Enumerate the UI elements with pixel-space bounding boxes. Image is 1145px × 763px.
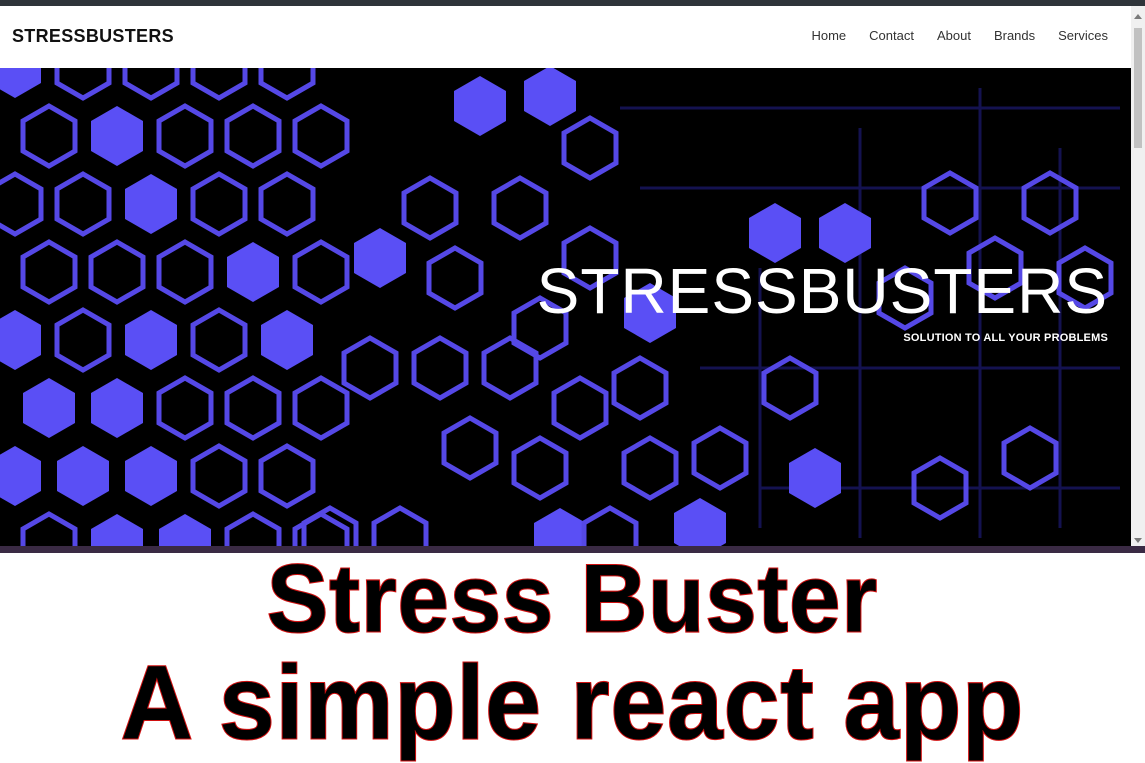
hexagon-outline xyxy=(371,505,429,549)
hexagon-outline xyxy=(20,103,78,169)
nav-link-brands[interactable]: Brands xyxy=(994,28,1035,43)
hexagon-outline xyxy=(54,171,112,237)
hexagon-outline xyxy=(511,435,569,501)
hero-subtitle: SOLUTION TO ALL YOUR PROBLEMS xyxy=(903,332,1108,344)
hexagon-outline xyxy=(156,103,214,169)
hexagon-filled xyxy=(227,242,279,302)
hexagon-outline xyxy=(921,170,979,236)
caption-line-1: Stress Buster xyxy=(266,545,879,653)
hexagon-filled xyxy=(261,310,313,370)
hexagon-outline xyxy=(292,103,350,169)
hexagon-outline xyxy=(611,355,669,421)
hexagon-outline xyxy=(190,307,248,373)
navbar: STRESSBUSTERS Home Contact About Brands … xyxy=(0,6,1131,68)
hexagon-outline xyxy=(190,68,248,101)
hexagon-outline xyxy=(258,171,316,237)
scroll-down-arrow-icon[interactable] xyxy=(1134,538,1142,543)
hexagon-outline xyxy=(551,375,609,441)
hexagon-filled xyxy=(354,228,406,288)
hexagon-filled xyxy=(0,68,41,98)
hexagon-outline xyxy=(224,511,282,549)
hexagon-outline xyxy=(481,335,539,401)
hexagon-outline xyxy=(54,307,112,373)
hexagon-filled xyxy=(789,448,841,508)
hexagon-outline xyxy=(224,103,282,169)
hexagon-outline xyxy=(561,115,619,181)
hexagon-filled xyxy=(125,174,177,234)
hexagon-filled xyxy=(91,106,143,166)
hexagon-outline xyxy=(88,239,146,305)
hexagon-outline xyxy=(1021,170,1079,236)
nav-links: Home Contact About Brands Services xyxy=(788,28,1108,43)
hexagon-filled xyxy=(159,514,211,549)
scroll-thumb[interactable] xyxy=(1134,28,1142,148)
hexagon-outline xyxy=(491,175,549,241)
nav-link-contact[interactable]: Contact xyxy=(869,28,914,43)
hexagon-outline xyxy=(54,68,112,101)
hero-banner: STRESSBUSTERS SOLUTION TO ALL YOUR PROBL… xyxy=(0,68,1131,549)
nav-link-home[interactable]: Home xyxy=(811,28,846,43)
hexagon-filled xyxy=(57,446,109,506)
hexagon-filled xyxy=(91,378,143,438)
hexagon-outline xyxy=(292,239,350,305)
hexagon-outline xyxy=(341,335,399,401)
caption-line-2: A simple react app xyxy=(120,644,1025,762)
hexagon-filled xyxy=(91,514,143,549)
hexagon-outline xyxy=(621,435,679,501)
hexagon-filled xyxy=(454,76,506,136)
hexagon-filled xyxy=(23,378,75,438)
hexagon-outline xyxy=(190,443,248,509)
navbar-brand[interactable]: STRESSBUSTERS xyxy=(12,26,174,47)
hero-title: STRESSBUSTERS xyxy=(536,255,1108,327)
hexagon-outline xyxy=(441,415,499,481)
hexagon-filled xyxy=(125,446,177,506)
nav-link-services[interactable]: Services xyxy=(1058,28,1108,43)
hexagon-outline xyxy=(1001,425,1059,491)
nav-link-about[interactable]: About xyxy=(937,28,971,43)
hexagon-outline xyxy=(190,171,248,237)
hexagon-outline xyxy=(224,375,282,441)
hexagon-outline xyxy=(691,425,749,491)
hexagon-filled xyxy=(674,498,726,549)
browser-screen: STRESSBUSTERS Home Contact About Brands … xyxy=(0,0,1145,553)
hexagon-outline xyxy=(156,239,214,305)
hexagon-outline xyxy=(258,443,316,509)
hexagon-filled xyxy=(534,508,586,549)
hexagon-outline xyxy=(411,335,469,401)
hexagon-outline xyxy=(581,505,639,549)
hexagon-outline xyxy=(20,239,78,305)
hexagon-outline xyxy=(426,245,484,311)
hexagon-filled xyxy=(0,310,41,370)
hexagon-outline xyxy=(20,511,78,549)
hexagon-filled xyxy=(0,446,41,506)
hexagon-filled xyxy=(524,68,576,126)
hexagon-outline xyxy=(122,68,180,101)
hexagon-filled xyxy=(125,310,177,370)
hexagon-outline xyxy=(156,375,214,441)
hexagon-outline xyxy=(258,68,316,101)
hexagon-outline xyxy=(401,175,459,241)
hexagon-outline xyxy=(0,171,44,237)
hexagon-outline xyxy=(292,375,350,441)
vertical-scrollbar[interactable] xyxy=(1131,6,1145,549)
scroll-up-arrow-icon[interactable] xyxy=(1134,14,1142,19)
caption-overlay: Stress Buster A simple react app xyxy=(0,545,1145,763)
